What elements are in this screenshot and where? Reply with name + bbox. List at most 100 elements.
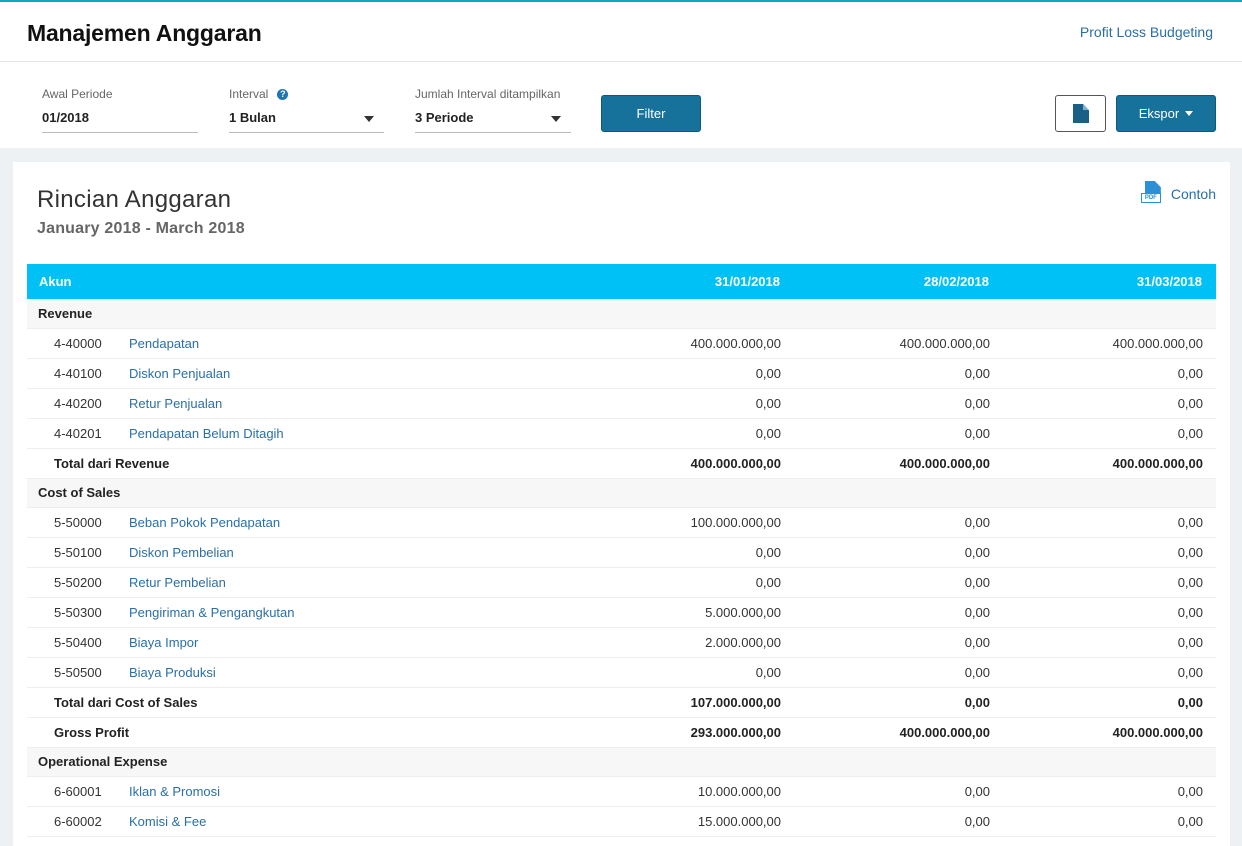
account-value: 0,00 (1003, 597, 1216, 628)
account-name-cell: Pendapatan Belum Ditagih (129, 418, 584, 449)
account-code: 4-40201 (27, 418, 129, 449)
page-header: Manajemen Anggaran Profit Loss Budgeting (0, 2, 1242, 62)
table-row: 6-60002 Komisi & Fee 15.000.000,00 0,00 0,00 (27, 806, 1216, 837)
account-name-cell: Biaya Impor (129, 627, 584, 658)
account-name-link[interactable]: Retur Penjualan (129, 396, 222, 411)
gross-profit-row: Gross Profit 293.000.000,00 400.000.000,00… (27, 716, 1216, 748)
account-name-link[interactable]: Iklan & Promosi (129, 784, 220, 799)
account-value: 15.000.000,00 (584, 806, 794, 837)
account-name-cell: Komisi & Fee (129, 806, 584, 837)
account-name-cell: Diskon Penjualan (129, 358, 584, 389)
account-value: 5.000.000,00 (584, 597, 794, 628)
column-header-period-3[interactable]: 31/03/2018 (1003, 264, 1216, 299)
total-row-value: 107.000.000,00 (584, 686, 794, 718)
total-row: Total dari Revenue 400.000.000,00 400.000.… (27, 447, 1216, 479)
account-name-cell: Iklan & Promosi (129, 776, 584, 807)
filter-button[interactable]: Filter (601, 95, 701, 132)
account-value: 400.000.000,00 (794, 328, 1003, 359)
table-row: 5-50100 Diskon Pembelian 0,00 0,00 0,00 (27, 537, 1216, 568)
account-code: 5-50200 (27, 567, 129, 598)
account-value: 0,00 (1003, 418, 1216, 449)
budget-table: Akun 31/01/2018 28/02/2018 31/03/2018 Re… (27, 264, 1216, 837)
account-name-link[interactable]: Biaya Produksi (129, 665, 216, 680)
account-value: 0,00 (1003, 567, 1216, 598)
profit-loss-budgeting-link[interactable]: Profit Loss Budgeting (1080, 24, 1213, 40)
account-value: 0,00 (1003, 627, 1216, 658)
account-name-link[interactable]: Diskon Pembelian (129, 545, 234, 560)
account-value: 0,00 (584, 358, 794, 389)
account-name-link[interactable]: Retur Pembelian (129, 575, 226, 590)
account-value: 10.000.000,00 (584, 776, 794, 807)
page-title: Manajemen Anggaran (27, 20, 262, 46)
account-code: 5-50400 (27, 627, 129, 658)
column-header-akun[interactable]: Akun (27, 264, 584, 299)
account-name-link[interactable]: Beban Pokok Pendapatan (129, 515, 280, 530)
account-code: 4-40100 (27, 358, 129, 389)
gross-profit-row-value: 400.000.000,00 (1003, 716, 1216, 748)
jumlah-interval-value: 3 Periode (415, 110, 474, 125)
account-value: 0,00 (584, 567, 794, 598)
export-button[interactable]: Ekspor (1116, 95, 1216, 132)
report-title: Rincian Anggaran (37, 186, 232, 213)
document-button[interactable] (1055, 95, 1106, 132)
table-row: 5-50200 Retur Pembelian 0,00 0,00 0,00 (27, 567, 1216, 598)
account-code: 5-50000 (27, 507, 129, 538)
account-code: 6-60001 (27, 776, 129, 807)
column-header-period-1[interactable]: 31/01/2018 (584, 264, 794, 299)
table-row: 5-50000 Beban Pokok Pendapatan 100.000.000… (27, 507, 1216, 538)
account-name-link[interactable]: Pengiriman & Pengangkutan (129, 605, 295, 620)
total-row-value: 0,00 (1003, 686, 1216, 718)
awal-periode-label: Awal Periode (42, 87, 113, 101)
awal-periode-input[interactable]: 01/2018 (42, 105, 198, 133)
account-value: 0,00 (794, 507, 1003, 538)
total-row-value: 400.000.000,00 (584, 447, 794, 479)
jumlah-interval-select[interactable]: 3 Periode (415, 105, 571, 133)
account-name-link[interactable]: Komisi & Fee (129, 814, 206, 829)
table-row: 4-40100 Diskon Penjualan 0,00 0,00 0,00 (27, 358, 1216, 389)
jumlah-interval-group: Jumlah Interval ditampilkan 3 Periode (415, 86, 571, 133)
account-code: 5-50100 (27, 537, 129, 568)
account-value: 0,00 (794, 597, 1003, 628)
account-name-link[interactable]: Diskon Penjualan (129, 366, 230, 381)
section-header-row: Cost of Sales (27, 478, 1216, 508)
account-code: 4-40000 (27, 328, 129, 359)
account-name-cell: Retur Pembelian (129, 567, 584, 598)
account-name-link[interactable]: Pendapatan (129, 336, 199, 351)
report-card: Rincian Anggaran January 2018 - March 20… (13, 162, 1230, 846)
gross-profit-row-value: 293.000.000,00 (584, 716, 794, 748)
table-row: 4-40201 Pendapatan Belum Ditagih 0,00 0,00 0… (27, 418, 1216, 449)
gross-profit-row-value: 400.000.000,00 (794, 716, 1003, 748)
account-value: 0,00 (1003, 358, 1216, 389)
section-name: Cost of Sales (27, 478, 1216, 508)
account-name-cell: Biaya Produksi (129, 657, 584, 688)
account-value: 0,00 (794, 657, 1003, 688)
account-name-link[interactable]: Biaya Impor (129, 635, 198, 650)
total-row-value: 400.000.000,00 (1003, 447, 1216, 479)
awal-periode-value: 01/2018 (42, 110, 89, 125)
section-header-row: Operational Expense (27, 747, 1216, 777)
sample-pdf-link[interactable]: PDF Contoh (1140, 181, 1216, 207)
account-value: 0,00 (1003, 806, 1216, 837)
chevron-down-icon (551, 116, 561, 122)
interval-select[interactable]: 1 Bulan (229, 105, 384, 133)
total-row: Total dari Cost of Sales 107.000.000,00 0,… (27, 686, 1216, 718)
section-header-row: Revenue (27, 299, 1216, 329)
help-icon[interactable]: ? (277, 88, 289, 100)
chevron-down-icon (364, 116, 374, 122)
column-header-period-2[interactable]: 28/02/2018 (794, 264, 1003, 299)
account-name-cell: Retur Penjualan (129, 388, 584, 419)
account-value: 100.000.000,00 (584, 507, 794, 538)
account-value: 0,00 (584, 657, 794, 688)
account-value: 0,00 (794, 388, 1003, 419)
table-row: 5-50500 Biaya Produksi 0,00 0,00 0,00 (27, 657, 1216, 688)
account-value: 0,00 (794, 567, 1003, 598)
filter-bar: Awal Periode 01/2018 Interval ? 1 Bulan … (0, 62, 1242, 148)
account-name-link[interactable]: Pendapatan Belum Ditagih (129, 426, 284, 441)
section-name: Operational Expense (27, 747, 1216, 777)
account-value: 0,00 (794, 537, 1003, 568)
total-row-label: Total dari Cost of Sales (27, 686, 584, 718)
interval-value: 1 Bulan (229, 110, 276, 125)
account-value: 0,00 (584, 418, 794, 449)
report-subtitle: January 2018 - March 2018 (37, 220, 245, 237)
table-row: 4-40000 Pendapatan 400.000.000,00 400.000.0… (27, 328, 1216, 359)
